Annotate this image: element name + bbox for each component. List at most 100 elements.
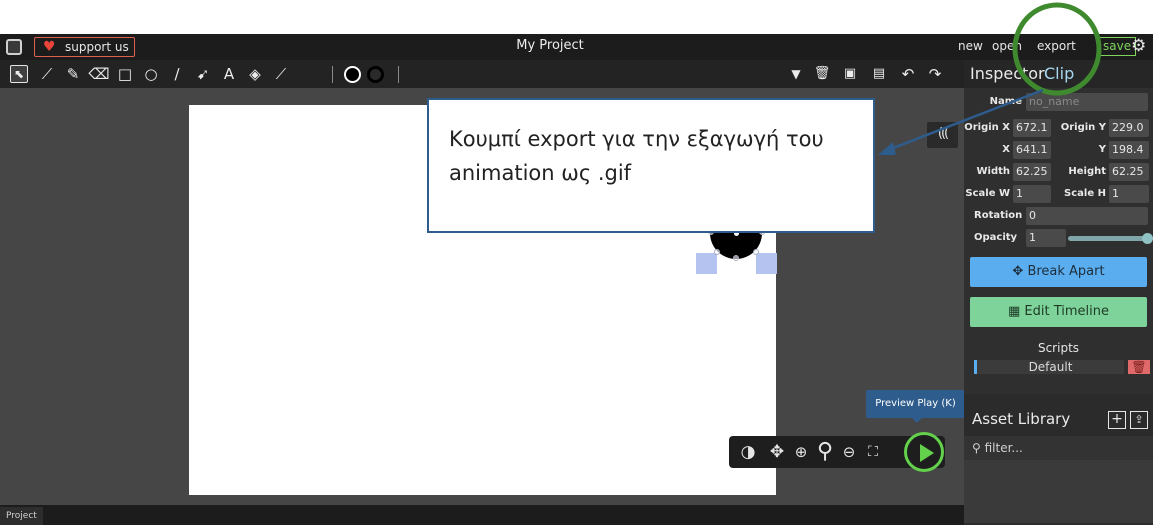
break-apart-button[interactable]: ✥ Break Apart: [970, 257, 1147, 287]
inspector-object-type: Clip: [1044, 64, 1075, 83]
pan-icon[interactable]: ✥: [765, 436, 789, 468]
name-field[interactable]: no_name: [1026, 93, 1148, 111]
gear-icon[interactable]: ⚙: [1131, 36, 1146, 56]
path-point[interactable]: [753, 249, 759, 255]
play-icon: [920, 444, 934, 462]
app-logo-icon[interactable]: [6, 39, 22, 55]
heart-icon: ♥: [43, 39, 56, 55]
preview-play-button[interactable]: [904, 432, 944, 472]
eyedropper-tool-icon[interactable]: ⟋: [270, 62, 292, 86]
pencil-tool-icon[interactable]: ✎: [62, 62, 84, 86]
dropdown-icon[interactable]: ▼: [785, 62, 807, 86]
edit-timeline-label: Edit Timeline: [1024, 304, 1109, 319]
add-asset-icon[interactable]: +: [1108, 411, 1126, 429]
asset-filter-placeholder: filter...: [984, 441, 1023, 455]
onion-skin-icon[interactable]: ◑: [735, 436, 761, 468]
screenshot-frame: ♥ support us My Project new open export …: [0, 0, 1153, 525]
fill-color-swatch[interactable]: [344, 66, 361, 83]
origin-y-field[interactable]: 229.0: [1109, 119, 1149, 137]
width-label: Width: [976, 166, 1010, 177]
text-tool-icon[interactable]: A: [218, 62, 240, 86]
asset-library-header: Asset Library + ⇪: [964, 406, 1153, 432]
opacity-slider-knob[interactable]: [1142, 233, 1153, 244]
stroke-color-swatch[interactable]: [367, 66, 384, 83]
tooltip-arrow: [912, 418, 922, 423]
fill-bucket-tool-icon[interactable]: ◈: [244, 62, 266, 86]
toolbar-divider: [398, 66, 399, 83]
trash-icon[interactable]: 🗑: [1128, 360, 1150, 374]
edit-timeline-button[interactable]: ▦ Edit Timeline: [970, 297, 1147, 327]
annotation-callout-text: Κουμπί export για την εξαγωγή του animat…: [449, 127, 824, 185]
scale-h-label: Scale H: [1064, 188, 1106, 199]
y-label: Y: [1098, 144, 1106, 155]
x-label: X: [1002, 144, 1010, 155]
menu-bar: ♥ support us My Project new open export …: [0, 34, 1153, 60]
asset-filter-input[interactable]: ⚲ filter...: [964, 436, 1153, 460]
y-field[interactable]: 198.4: [1109, 141, 1149, 159]
origin-x-field[interactable]: 672.1: [1013, 119, 1051, 137]
toolbar-divider: [332, 66, 333, 83]
scripts-heading: Scripts: [1037, 341, 1080, 355]
ellipse-tool-icon[interactable]: ○: [140, 62, 162, 86]
delete-icon[interactable]: 🗑: [811, 62, 833, 86]
collapse-timeline-button[interactable]: (((: [927, 122, 958, 148]
zoom-out-icon[interactable]: ⊖: [839, 436, 859, 468]
fit-screen-icon[interactable]: ⛶: [861, 436, 885, 468]
eraser-tool-icon[interactable]: ⌫: [88, 62, 110, 86]
opacity-label: Opacity: [974, 232, 1018, 243]
opacity-slider[interactable]: [1068, 233, 1153, 244]
line-tool-icon[interactable]: ∕: [166, 62, 188, 86]
break-apart-icon: ✥: [1012, 264, 1028, 279]
asset-library-panel: Asset Library + ⇪ ⚲ filter...: [964, 394, 1153, 525]
brush-tool-icon[interactable]: ⟋: [36, 62, 58, 86]
asset-library-title: Asset Library: [972, 410, 1071, 428]
path-point[interactable]: [714, 249, 720, 255]
origin-x-label: Origin X: [964, 122, 1010, 133]
inspector-title: Inspector: [970, 64, 1045, 83]
search-icon: ⚲: [972, 441, 985, 455]
import-asset-icon[interactable]: ⇪: [1130, 411, 1148, 429]
script-default-item[interactable]: Default: [974, 360, 1124, 374]
scale-w-field[interactable]: 1: [1013, 185, 1051, 203]
timeline-icon: ▦: [1007, 304, 1025, 319]
paste-icon[interactable]: ▤: [868, 62, 890, 86]
path-cursor-tool-icon[interactable]: ➹: [192, 62, 214, 86]
rotation-label: Rotation: [974, 210, 1023, 221]
inspector-panel: Inspector Clip Name no_name Origin X 672…: [964, 60, 1153, 394]
x-field[interactable]: 641.1: [1013, 141, 1051, 159]
scale-w-label: Scale W: [965, 188, 1010, 199]
width-field[interactable]: 62.25: [1013, 163, 1051, 181]
name-label: Name: [989, 96, 1022, 107]
zoom-in-icon[interactable]: ⊕: [791, 436, 811, 468]
support-us-label: support us: [65, 40, 129, 54]
export-menu-item[interactable]: export: [1037, 34, 1076, 58]
cursor-tool-icon[interactable]: ⬉: [10, 65, 28, 83]
asset-list[interactable]: [964, 460, 1153, 523]
tools-bar: ⬉ ⟋ ✎ ⌫ □ ○ ∕ ➹ A ◈ ⟋ ▼ 🗑 ▣ ▤ ↶ ↷: [0, 60, 964, 88]
inspector-header: Inspector Clip: [964, 60, 1153, 88]
project-title[interactable]: My Project: [460, 34, 640, 58]
redo-icon[interactable]: ↷: [924, 62, 946, 86]
undo-icon[interactable]: ↶: [897, 62, 919, 86]
project-tab[interactable]: Project: [0, 507, 43, 525]
open-menu-item[interactable]: open: [992, 34, 1022, 58]
rotation-field[interactable]: 0: [1026, 207, 1148, 225]
scale-h-field[interactable]: 1: [1109, 185, 1149, 203]
copy-icon[interactable]: ▣: [839, 62, 861, 86]
break-apart-label: Break Apart: [1027, 264, 1105, 279]
opacity-field[interactable]: 1: [1026, 229, 1066, 247]
height-label: Height: [1068, 166, 1106, 177]
resize-handle-bottom-right[interactable]: [756, 253, 777, 274]
resize-handle-bottom-left[interactable]: [696, 253, 717, 274]
support-us-button[interactable]: ♥ support us: [34, 37, 135, 57]
path-point[interactable]: [733, 255, 739, 261]
status-bar: Project: [0, 505, 964, 525]
top-margin: [0, 0, 1153, 34]
rectangle-tool-icon[interactable]: □: [114, 62, 136, 86]
preview-play-tooltip: Preview Play (K): [866, 390, 965, 418]
new-menu-item[interactable]: new: [958, 34, 983, 58]
annotation-callout: Κουμπί export για την εξαγωγή του animat…: [427, 98, 875, 233]
zoom-icon[interactable]: ⚲: [813, 436, 837, 468]
origin-y-label: Origin Y: [1060, 122, 1106, 133]
height-field[interactable]: 62.25: [1109, 163, 1149, 181]
